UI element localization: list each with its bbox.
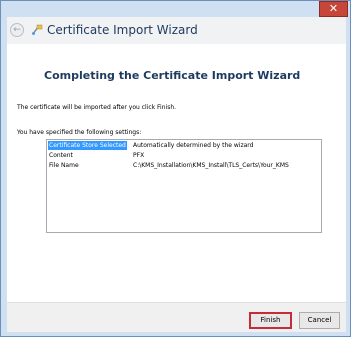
wizard-content: Completing the Certificate Import Wizard… <box>7 44 346 302</box>
setting-name: Content <box>49 152 73 159</box>
wizard-header: ← Certificate Import Wizard <box>7 17 346 44</box>
page-heading: Completing the Certificate Import Wizard <box>44 69 301 82</box>
settings-label: You have specified the following setting… <box>17 129 142 136</box>
wizard-footer: Finish Cancel <box>7 302 346 332</box>
certificate-wizard-icon <box>32 24 43 35</box>
setting-value: Automatically determined by the wizard <box>133 142 254 149</box>
close-button[interactable]: ✕ <box>319 1 348 17</box>
close-icon: ✕ <box>328 2 339 15</box>
wizard-window: ✕ ← Certificate Import Wizard Completing… <box>0 0 351 337</box>
window-title: Certificate Import Wizard <box>47 23 198 37</box>
setting-name: File Name <box>49 162 79 169</box>
back-arrow-icon: ← <box>13 25 21 35</box>
setting-value: C:\KMS_Installation\KMS_Install\TLS_Cert… <box>133 162 289 169</box>
back-button[interactable]: ← <box>10 23 24 37</box>
settings-list[interactable]: Certificate Store Selected Automatically… <box>46 139 322 233</box>
cancel-button[interactable]: Cancel <box>299 312 340 329</box>
finish-button[interactable]: Finish <box>249 312 292 329</box>
import-info-text: The certificate will be imported after y… <box>17 104 177 111</box>
setting-value: PFX <box>133 152 145 159</box>
setting-name: Certificate Store Selected <box>48 141 127 150</box>
